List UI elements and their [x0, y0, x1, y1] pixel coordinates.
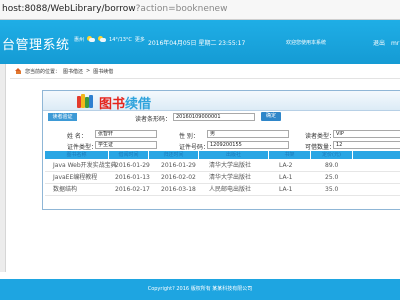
sidebar-collapsed[interactable] [0, 64, 6, 272]
max-borrow-field[interactable]: 12 [333, 141, 400, 149]
cell-shelf: LA-1 [279, 186, 293, 193]
logout-link[interactable]: 退出 [373, 40, 385, 47]
barcode-input[interactable]: 20160109000001 [173, 113, 255, 121]
table-row[interactable]: 数据结构 2016-02-17 2016-03-18 人民邮电出版社 LA-1 … [45, 184, 400, 196]
breadcrumb-item-borrow-return[interactable]: 图书借还 [63, 68, 83, 75]
barcode-label: 读者条形码： [135, 116, 172, 123]
breadcrumb-prefix: 您当前的位置： [25, 68, 61, 75]
cell-book-name: JavaEE编程教程 [53, 174, 98, 181]
cell-publisher: 人民邮电出版社 [209, 186, 252, 193]
username-link[interactable]: mr [391, 40, 399, 47]
id-type-field[interactable]: 学生证 [95, 141, 157, 149]
gender-label: 性 别： [179, 133, 199, 140]
cell-shelf: LA-2 [279, 162, 293, 169]
cell-publisher: 清华大学出版社 [209, 174, 252, 181]
cell-return-date: 2016-01-29 [161, 162, 196, 169]
welcome-text: 欢迎您使用本系统 [286, 40, 327, 46]
url-host: host:8088/WebLibrary/borrow [2, 4, 136, 14]
weather-city: 惠州 [74, 37, 85, 43]
breadcrumb-item-renew: 图书续借 [93, 68, 114, 75]
table-row[interactable]: Java Web开发实战宝典 2016-01-29 2016-01-29 清华大… [45, 160, 400, 172]
reader-type-field[interactable]: VIP [333, 130, 400, 138]
cell-shelf: LA-1 [279, 174, 293, 181]
weather-widget: 惠州 14°/13°C 更多 [74, 36, 145, 43]
id-type-label: 证件类型： [67, 144, 98, 151]
cell-borrow-date: 2016-01-29 [115, 162, 150, 169]
address-url[interactable]: host:8088/WebLibrary/borrow?action=bookn… [2, 4, 227, 14]
breadcrumb: 您当前的位置： 图书借还 > 图书续借 [10, 64, 400, 79]
cell-return-date: 2016-02-02 [161, 174, 196, 181]
id-number-field[interactable]: 1209200155 [207, 141, 289, 149]
table-row[interactable]: JavaEE编程教程 2016-01-13 2016-02-02 清华大学出版社… [45, 172, 400, 184]
col-borrow-date: 借阅时间 [109, 151, 149, 159]
panel-header: 图书续借 [43, 91, 400, 112]
current-datetime: 2016年04月05日 星期二 23:55:17 [148, 40, 246, 47]
col-publisher: 出版社 [199, 151, 269, 159]
partly-cloudy-icon [87, 36, 96, 43]
browser-address-bar[interactable]: host:8088/WebLibrary/borrow?action=bookn… [0, 0, 400, 20]
cell-price: 25.0 [325, 174, 339, 181]
confirm-button[interactable]: 确定 [261, 112, 281, 121]
gender-field[interactable]: 男 [207, 130, 289, 138]
app-title: 台管理系统 [2, 38, 70, 53]
user-links: 退出 mr [373, 38, 400, 47]
page-footer: Copyright? 2016 版权所有 某某科技有限公司 [0, 279, 400, 300]
app-header: 台管理系统 惠州 14°/13°C 更多 2016年04月05日 星期二 23:… [0, 20, 400, 64]
breadcrumb-separator: > [86, 68, 91, 74]
col-book-name: 图书名称 [45, 151, 109, 159]
reader-verify-tag: 读者验证 [48, 113, 77, 121]
cell-book-name: Java Web开发实战宝典 [53, 162, 117, 169]
cell-return-date: 2016-03-18 [161, 186, 196, 193]
panel-title: 图书续借 [99, 97, 152, 112]
cell-borrow-date: 2016-01-13 [115, 174, 150, 181]
url-path: ?action=booknenew [135, 4, 228, 14]
books-icon [77, 94, 93, 108]
home-icon [15, 68, 22, 74]
max-borrow-label: 可借数量： [305, 144, 336, 151]
cell-price: 35.0 [325, 186, 339, 193]
col-shelf: 书架 [269, 151, 311, 159]
borrow-table-header: 图书名称 借阅时间 归还时间 出版社 书架 定价(元) [45, 151, 400, 159]
partly-cloudy-icon [98, 36, 107, 43]
weather-temp: 14°/13°C [109, 36, 132, 43]
cell-borrow-date: 2016-02-17 [115, 186, 150, 193]
cell-publisher: 清华大学出版社 [209, 162, 252, 169]
cell-price: 89.0 [325, 162, 339, 169]
col-return-date: 归还时间 [149, 151, 199, 159]
col-price: 定价(元) [311, 151, 353, 159]
reader-type-label: 读者类型： [305, 133, 336, 140]
name-label: 姓 名： [67, 133, 87, 140]
cell-book-name: 数据结构 [53, 186, 78, 193]
id-number-label: 证件号码： [179, 144, 210, 151]
weather-more-link[interactable]: 更多 [135, 36, 145, 43]
name-field[interactable]: 张智轩 [95, 130, 157, 138]
renew-panel: 图书续借 读者验证 读者条形码： 20160109000001 确定 姓 名： … [42, 90, 400, 210]
